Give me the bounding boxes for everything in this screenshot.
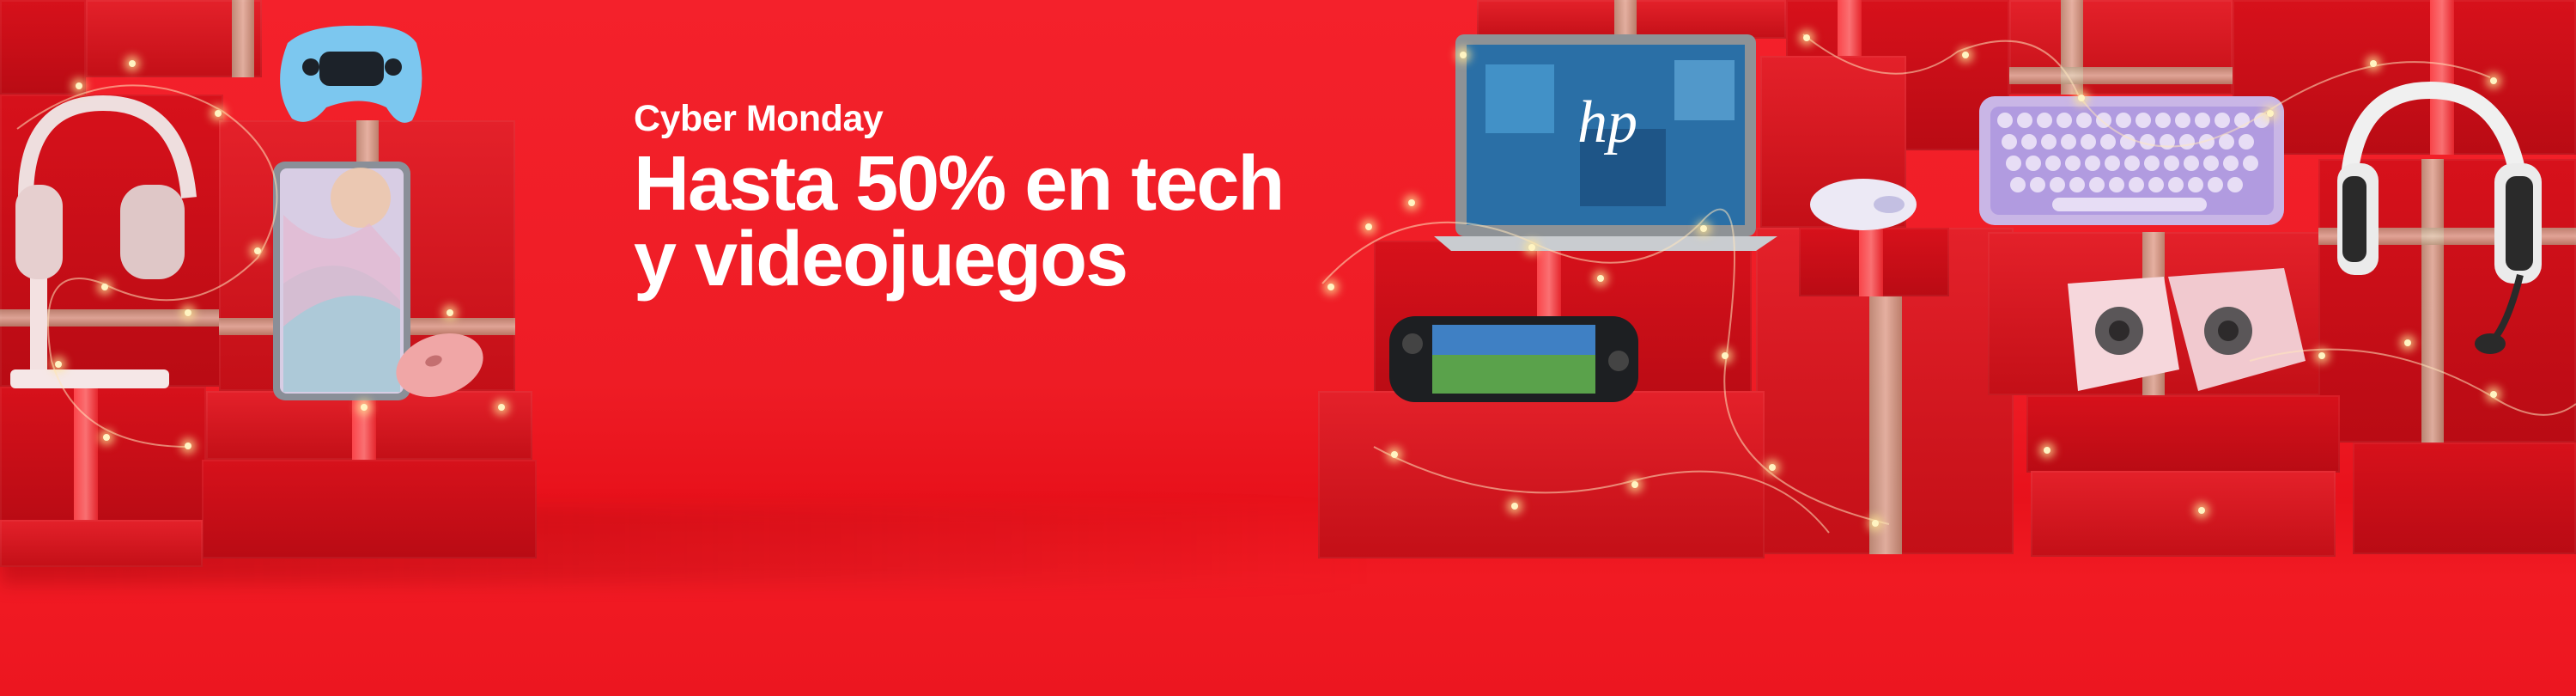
hero-copy: Cyber Monday Hasta 50% en tech y videoju… <box>634 96 1285 302</box>
headline-line-1: Hasta 50% en tech <box>634 141 1285 227</box>
headline: Hasta 50% en tech y videojuegos <box>634 141 1285 302</box>
cyber-monday-banner[interactable]: hp Cyber Monday Hasta 50% en tech y vide… <box>0 0 2576 696</box>
fairy-lights <box>16 34 2576 534</box>
headline-line-2: y videojuegos <box>634 217 1128 302</box>
kicker-text: Cyber Monday <box>634 98 884 139</box>
